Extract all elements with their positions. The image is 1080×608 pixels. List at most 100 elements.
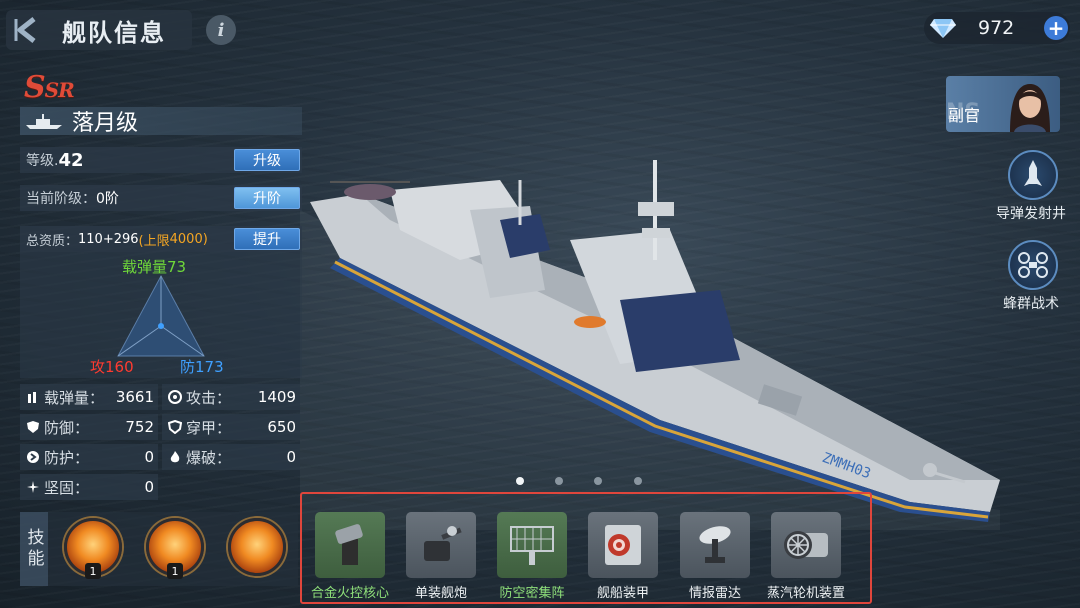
missile-icon [1024, 160, 1042, 186]
equip-label: 蒸汽轮机装置 [766, 586, 845, 601]
skill-2[interactable]: 1 [146, 518, 204, 579]
stat-label: 载弹量： [44, 388, 105, 407]
stat-value: 1409 [257, 388, 296, 406]
rarity-badge: SSR [24, 70, 75, 105]
turbine-icon [784, 531, 828, 559]
stat-value: 650 [267, 418, 296, 436]
attack-icon [166, 388, 184, 406]
quality-limit-suffix: ) [202, 231, 208, 247]
info-icon[interactable]: i [206, 15, 236, 45]
stat-sturdy: 坚固： 0 [20, 474, 158, 500]
stat-value: 0 [286, 448, 296, 466]
add-currency-button[interactable]: + [1044, 16, 1068, 40]
officer-label: 副官 [948, 106, 981, 125]
quality-value: 110+296 [78, 231, 139, 247]
level-label: 等级. [26, 153, 59, 169]
attribute-radar: 载弹量73 攻160 防173 [20, 252, 302, 378]
stat-protect: 防护： 0 [20, 444, 158, 470]
currency-amount: 972 [978, 17, 1015, 39]
equip-label: 防空密集阵 [499, 586, 565, 601]
radar-ammo-value: 73 [167, 258, 187, 276]
swarm-tactics-button[interactable] [1008, 240, 1058, 290]
equip-radar[interactable] [680, 512, 750, 578]
stat-label: 穿甲： [186, 418, 232, 437]
quality-limit-prefix: (上限 [138, 233, 170, 249]
quality-limit-value: 4000 [169, 231, 203, 247]
equip-label: 情报雷达 [688, 586, 741, 601]
diamond-currency: 972 + [924, 12, 1070, 44]
level-value: 42 [58, 149, 84, 171]
rarity-main: S [24, 70, 46, 105]
pierce-icon [166, 418, 184, 436]
stat-value: 0 [144, 478, 154, 496]
skill-1[interactable]: 1 [64, 518, 122, 579]
equip-fire-control-core[interactable] [315, 512, 385, 578]
skill-level-badge: 1 [167, 563, 183, 579]
diamond-icon [930, 19, 956, 38]
fire-control-icon [335, 524, 363, 565]
ship-name-bar: 落月级 [20, 107, 302, 136]
page-title: 舰队信息 [62, 18, 166, 47]
radar-defense-label: 防173 [180, 356, 224, 377]
stat-pierce: 穿甲： 650 [162, 414, 300, 440]
stat-label: 攻击： [186, 388, 232, 407]
equip-armor[interactable] [588, 512, 658, 578]
missile-silo-label: 导弹发射井 [996, 206, 1066, 222]
improve-button[interactable]: 提升 [234, 228, 300, 250]
radar-defense-value: 173 [195, 358, 224, 376]
level-row: 等级. 42 升级 [20, 147, 302, 173]
promote-button[interactable]: 升阶 [234, 187, 300, 209]
skill-3[interactable] [228, 518, 286, 576]
swarm-tactics-label: 蜂群战术 [1003, 296, 1059, 312]
radar-attack-value: 160 [105, 358, 134, 376]
stat-value: 0 [144, 448, 154, 466]
stat-value: 3661 [115, 388, 154, 406]
rarity-sub: SR [44, 78, 75, 102]
radar-defense-text: 防 [180, 358, 196, 376]
skills-label: 技能 [20, 512, 48, 586]
stat-defense: 防御： 752 [20, 414, 158, 440]
skill-level-badge: 1 [85, 563, 101, 579]
stat-label: 防护： [44, 448, 90, 467]
stat-label: 坚固： [44, 478, 90, 497]
naval-gun-icon [424, 526, 462, 561]
upgrade-button[interactable]: 升级 [234, 149, 300, 171]
back-arrow-icon [6, 10, 46, 50]
quality-row: 总资质： 110+296 (上限 4000 ) 提升 [20, 226, 302, 252]
radar-dish-icon [699, 526, 731, 563]
pager-dot-2[interactable] [555, 477, 563, 485]
radar-triangle [117, 274, 205, 357]
drone-swarm-icon [1018, 252, 1048, 278]
equip-ciws[interactable] [497, 512, 567, 578]
stage-label: 当前阶级： [26, 191, 96, 207]
pager-dot-1[interactable] [516, 477, 524, 485]
ship-class-icon [26, 114, 62, 129]
quality-label: 总资质： [26, 233, 79, 249]
ammo-icon [24, 388, 42, 406]
equip-label: 合金火控核心 [310, 586, 389, 601]
missile-silo-button[interactable] [1008, 150, 1058, 200]
equip-label: 舰船装甲 [596, 586, 649, 601]
stat-label: 防御： [44, 418, 90, 437]
radar-attack-label: 攻160 [90, 356, 134, 377]
stat-ammo: 载弹量： 3661 [20, 384, 158, 410]
ship-name: 落月级 [72, 111, 139, 136]
pager-dot-4[interactable] [634, 477, 642, 485]
officer-avatar [1010, 84, 1050, 132]
officer-card[interactable]: NS 副官 [946, 76, 1060, 132]
equip-steam-turbine[interactable] [771, 512, 841, 578]
stat-blast: 爆破： 0 [162, 444, 300, 470]
radar-ammo-label: 载弹量73 [122, 256, 186, 277]
stat-value: 752 [125, 418, 154, 436]
ciws-radar-icon [510, 526, 554, 565]
stat-attack: 攻击： 1409 [162, 384, 300, 410]
pager-dot-3[interactable] [594, 477, 602, 485]
radar-attack-text: 攻 [90, 358, 106, 376]
protect-icon [24, 448, 42, 466]
defense-icon [24, 418, 42, 436]
radar-ammo-text: 载弹量 [122, 258, 168, 276]
armor-icon [605, 525, 641, 565]
destroyer-ship-model: ZMMH03 [300, 160, 1000, 530]
equip-single-gun[interactable] [406, 512, 476, 578]
back-button[interactable]: 舰队信息 [6, 10, 192, 50]
